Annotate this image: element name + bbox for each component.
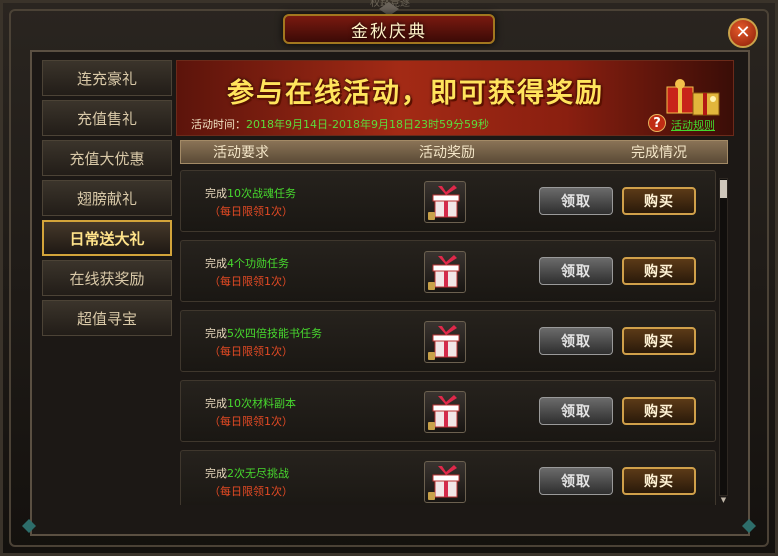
table-row: 完成4个功勋任务 （每日限领1次） 领取 购买 — [180, 240, 716, 302]
header-reward: 活动奖励 — [419, 145, 475, 161]
task-text: 完成10次战魂任务 — [205, 185, 296, 201]
sidebar: 连充豪礼 充值售礼 充值大优惠 翅膀献礼 日常送大礼 在线获奖励 超值寻宝 — [42, 60, 174, 340]
task-prefix: 完成 — [205, 397, 227, 410]
limit-text: （每日限领1次） — [209, 415, 293, 428]
close-icon: ✕ — [735, 22, 751, 43]
limit-text: （每日限领1次） — [209, 275, 293, 288]
task-detail: 4个功勋任务 — [227, 257, 289, 270]
claim-button[interactable]: 领取 — [539, 467, 613, 495]
lock-icon — [428, 422, 435, 430]
buy-button[interactable]: 购买 — [622, 257, 696, 285]
event-time-value: 2018年9月14日-2018年9月18日23时59分59秒 — [246, 118, 489, 131]
sidebar-item-label: 充值售礼 — [76, 109, 137, 128]
task-list: 完成10次战魂任务 （每日限领1次） 领取 购买 完成4个功勋任务 （每日限领1… — [180, 170, 716, 505]
close-button[interactable]: ✕ — [728, 18, 758, 48]
sidebar-item-label: 连充豪礼 — [76, 69, 137, 88]
question-glyph: ? — [653, 115, 661, 131]
reward-slot[interactable] — [424, 321, 466, 363]
buy-button[interactable]: 购买 — [622, 187, 696, 215]
buy-button[interactable]: 购买 — [622, 327, 696, 355]
reward-slot[interactable] — [424, 391, 466, 433]
task-prefix: 完成 — [205, 187, 227, 200]
scrollbar-track[interactable] — [719, 178, 728, 496]
task-prefix: 完成 — [205, 257, 227, 270]
task-detail: 10次材料副本 — [227, 397, 296, 410]
task-text: 完成2次无尽挑战 — [205, 465, 289, 481]
sidebar-item-wing-gift[interactable]: 翅膀献礼 — [42, 180, 172, 216]
event-time-label: 活动时间： — [191, 118, 246, 131]
scroll-down-icon[interactable]: ▼ — [718, 496, 729, 504]
scrollbar-thumb[interactable] — [720, 180, 727, 198]
lock-icon — [428, 352, 435, 360]
buy-button[interactable]: 购买 — [622, 397, 696, 425]
claim-button[interactable]: 领取 — [539, 257, 613, 285]
table-row: 完成2次无尽挑战 （每日限领1次） 领取 购买 — [180, 450, 716, 505]
lock-icon — [428, 282, 435, 290]
table-row: 完成10次材料副本 （每日限领1次） 领取 购买 — [180, 380, 716, 442]
task-detail: 2次无尽挑战 — [227, 467, 289, 480]
reward-slot[interactable] — [424, 181, 466, 223]
sidebar-item-treasure-hunt[interactable]: 超值寻宝 — [42, 300, 172, 336]
claim-button[interactable]: 领取 — [539, 327, 613, 355]
window-title: 金秋庆典 — [351, 21, 427, 42]
table-row: 完成5次四倍技能书任务 （每日限领1次） 领取 购买 — [180, 310, 716, 372]
question-icon[interactable]: ? — [648, 114, 666, 132]
sidebar-item-consecutive-recharge[interactable]: 连充豪礼 — [42, 60, 172, 96]
reward-slot[interactable] — [424, 461, 466, 503]
claim-button[interactable]: 领取 — [539, 397, 613, 425]
sidebar-item-recharge-gift[interactable]: 充值售礼 — [42, 100, 172, 136]
task-detail: 5次四倍技能书任务 — [227, 327, 322, 340]
event-time: 活动时间：2018年9月14日-2018年9月18日23时59分59秒 — [191, 116, 489, 132]
claim-button[interactable]: 领取 — [539, 187, 613, 215]
task-text: 完成10次材料副本 — [205, 395, 296, 411]
sidebar-item-recharge-discount[interactable]: 充值大优惠 — [42, 140, 172, 176]
rules-link[interactable]: 活动规则 — [671, 117, 715, 133]
sidebar-item-label: 充值大优惠 — [69, 149, 145, 168]
window-title-plate: 金秋庆典 — [283, 14, 495, 44]
limit-text: （每日限领1次） — [209, 485, 293, 498]
sidebar-item-label: 在线获奖励 — [69, 269, 145, 288]
task-prefix: 完成 — [205, 467, 227, 480]
task-prefix: 完成 — [205, 327, 227, 340]
sidebar-item-label: 日常送大礼 — [69, 229, 145, 248]
sidebar-item-online-reward[interactable]: 在线获奖励 — [42, 260, 172, 296]
task-detail: 10次战魂任务 — [227, 187, 296, 200]
lock-icon — [428, 212, 435, 220]
reward-slot[interactable] — [424, 251, 466, 293]
lock-icon — [428, 492, 435, 500]
task-text: 完成4个功勋任务 — [205, 255, 289, 271]
limit-text: （每日限领1次） — [209, 205, 293, 218]
sidebar-item-label: 翅膀献礼 — [76, 189, 137, 208]
table-header: 活动要求 活动奖励 完成情况 — [180, 140, 728, 164]
limit-text: （每日限领1次） — [209, 345, 293, 358]
gift-pile-icon — [666, 79, 720, 116]
header-status: 完成情况 — [631, 145, 687, 161]
sidebar-item-label: 超值寻宝 — [76, 309, 137, 328]
banner-title: 参与在线活动，即可获得奖励 — [227, 78, 604, 109]
table-row: 完成10次战魂任务 （每日限领1次） 领取 购买 — [180, 170, 716, 232]
header-requirement: 活动要求 — [213, 145, 269, 161]
sidebar-item-daily-gift[interactable]: 日常送大礼 — [42, 220, 172, 256]
buy-button[interactable]: 购买 — [622, 467, 696, 495]
task-text: 完成5次四倍技能书任务 — [205, 325, 322, 341]
